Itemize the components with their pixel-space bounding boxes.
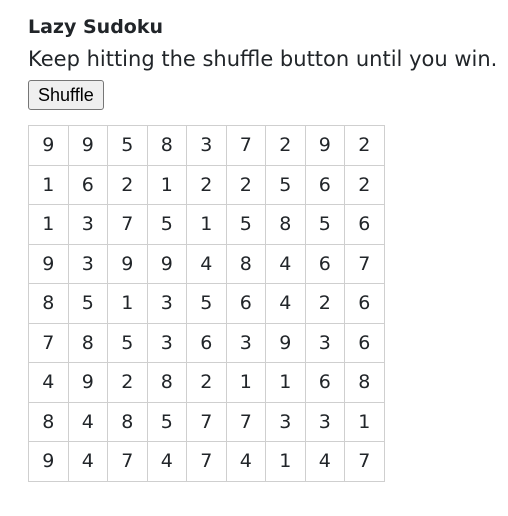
grid-cell: 4 — [28, 362, 69, 403]
grid-cell: 9 — [107, 243, 148, 284]
grid-cell: 9 — [265, 322, 306, 363]
grid-cell: 6 — [304, 362, 345, 403]
grid-cell: 7 — [225, 125, 266, 166]
grid-cell: 5 — [107, 322, 148, 363]
grid-cell: 3 — [146, 283, 187, 324]
grid-row: 947474147 — [28, 441, 385, 482]
grid-cell: 3 — [225, 322, 266, 363]
grid-cell: 9 — [28, 441, 69, 482]
grid-cell: 8 — [28, 401, 69, 442]
grid-cell: 1 — [28, 164, 69, 205]
grid-cell: 1 — [186, 204, 227, 245]
grid-row: 785363936 — [28, 322, 385, 363]
grid-cell: 7 — [107, 441, 148, 482]
grid-cell: 2 — [225, 164, 266, 205]
grid-cell: 7 — [225, 401, 266, 442]
grid-cell: 2 — [344, 164, 385, 205]
grid-cell: 8 — [265, 204, 306, 245]
grid-cell: 6 — [186, 322, 227, 363]
grid-cell: 8 — [146, 362, 187, 403]
grid-cell: 3 — [186, 125, 227, 166]
grid-cell: 3 — [146, 322, 187, 363]
grid-cell: 1 — [107, 283, 148, 324]
grid-cell: 3 — [304, 322, 345, 363]
grid-row: 939948467 — [28, 243, 385, 284]
grid-row: 995837292 — [28, 125, 385, 166]
grid-cell: 1 — [344, 401, 385, 442]
grid-cell: 5 — [265, 164, 306, 205]
grid-cell: 6 — [304, 243, 345, 284]
grid-cell: 1 — [28, 204, 69, 245]
grid-cell: 7 — [344, 243, 385, 284]
grid-cell: 9 — [146, 243, 187, 284]
grid-cell: 5 — [304, 204, 345, 245]
grid-cell: 1 — [225, 362, 266, 403]
grid-cell: 5 — [107, 125, 148, 166]
grid-cell: 3 — [304, 401, 345, 442]
grid-cell: 8 — [107, 401, 148, 442]
grid-cell: 8 — [344, 362, 385, 403]
grid-cell: 9 — [67, 362, 108, 403]
grid-cell: 2 — [304, 283, 345, 324]
grid-cell: 2 — [186, 362, 227, 403]
grid-cell: 1 — [265, 362, 306, 403]
grid-cell: 1 — [146, 164, 187, 205]
grid-cell: 6 — [225, 283, 266, 324]
grid-cell: 4 — [225, 441, 266, 482]
grid-row: 492821168 — [28, 362, 385, 403]
grid-cell: 6 — [344, 283, 385, 324]
grid-cell: 2 — [186, 164, 227, 205]
grid-cell: 3 — [265, 401, 306, 442]
grid-cell: 4 — [265, 283, 306, 324]
grid-row: 851356426 — [28, 283, 385, 324]
grid-cell: 4 — [146, 441, 187, 482]
grid-cell: 7 — [186, 441, 227, 482]
grid-cell: 8 — [146, 125, 187, 166]
grid-cell: 5 — [67, 283, 108, 324]
grid-cell: 6 — [304, 164, 345, 205]
grid-cell: 7 — [344, 441, 385, 482]
page-title: Lazy Sudoku — [28, 16, 164, 38]
grid-cell: 5 — [146, 204, 187, 245]
grid-cell: 8 — [225, 243, 266, 284]
grid-cell: 2 — [107, 164, 148, 205]
grid-cell: 6 — [344, 322, 385, 363]
sudoku-grid: 9958372921621225621375158569399484678513… — [28, 125, 385, 482]
grid-cell: 4 — [265, 243, 306, 284]
grid-cell: 6 — [67, 164, 108, 205]
grid-cell: 9 — [28, 125, 69, 166]
grid-cell: 8 — [28, 283, 69, 324]
lazy-sudoku-app: Lazy Sudoku Keep hitting the shuffle but… — [28, 14, 498, 482]
grid-cell: 2 — [344, 125, 385, 166]
grid-cell: 7 — [28, 322, 69, 363]
grid-cell: 4 — [186, 243, 227, 284]
grid-cell: 8 — [67, 322, 108, 363]
grid-cell: 2 — [265, 125, 306, 166]
grid-cell: 4 — [67, 441, 108, 482]
grid-row: 137515856 — [28, 204, 385, 245]
grid-cell: 2 — [107, 362, 148, 403]
grid-cell: 6 — [344, 204, 385, 245]
grid-cell: 5 — [146, 401, 187, 442]
grid-cell: 4 — [304, 441, 345, 482]
grid-cell: 3 — [67, 243, 108, 284]
grid-cell: 9 — [28, 243, 69, 284]
grid-cell: 5 — [186, 283, 227, 324]
grid-cell: 1 — [265, 441, 306, 482]
grid-row: 848577331 — [28, 401, 385, 442]
grid-cell: 5 — [225, 204, 266, 245]
instructions-text: Keep hitting the shuffle button until yo… — [28, 47, 498, 71]
grid-row: 162122562 — [28, 164, 385, 205]
grid-cell: 9 — [67, 125, 108, 166]
grid-cell: 9 — [304, 125, 345, 166]
shuffle-button[interactable]: Shuffle — [28, 80, 104, 110]
grid-cell: 3 — [67, 204, 108, 245]
grid-cell: 4 — [67, 401, 108, 442]
grid-cell: 7 — [107, 204, 148, 245]
grid-cell: 7 — [186, 401, 227, 442]
